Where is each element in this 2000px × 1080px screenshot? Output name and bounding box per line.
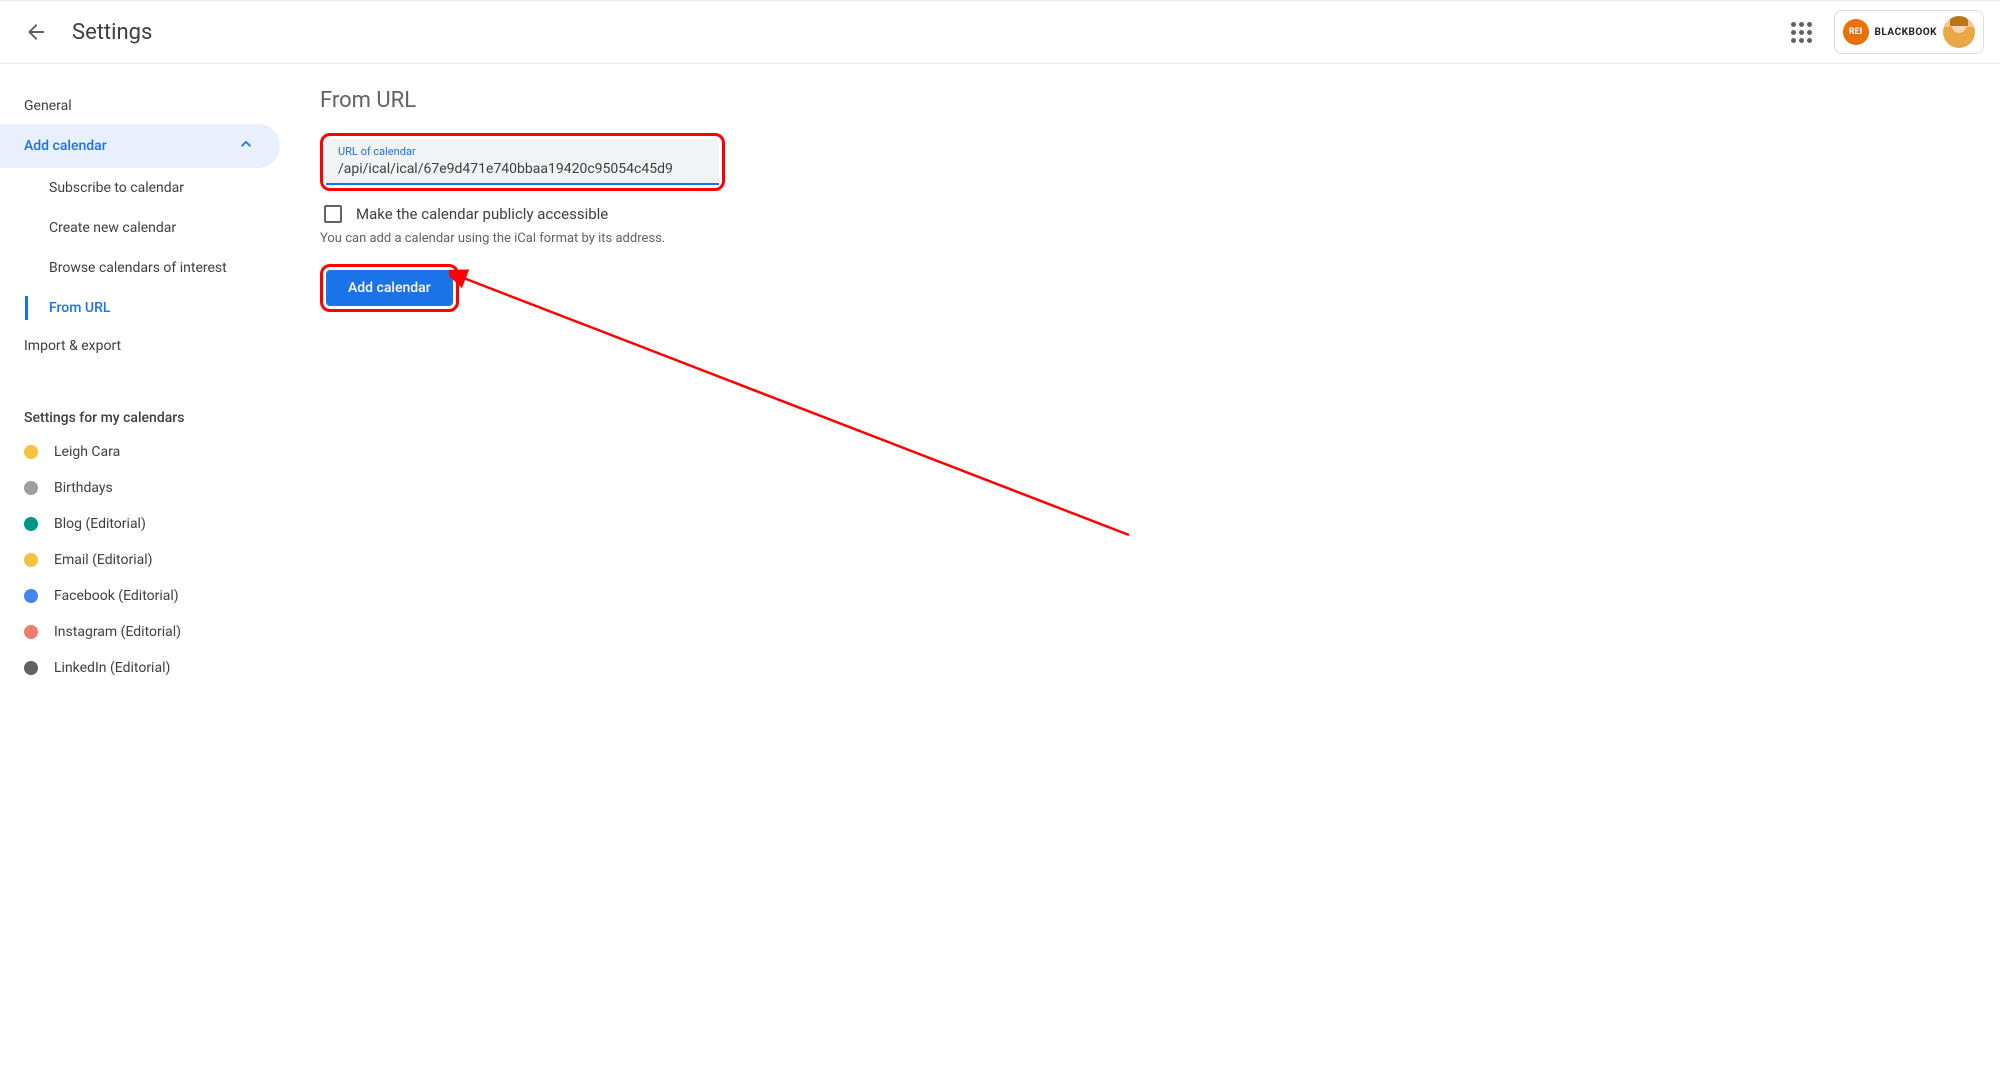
- sidebar-subitem-create-new[interactable]: Create new calendar: [25, 208, 280, 248]
- sidebar-item-add-calendar[interactable]: Add calendar: [0, 124, 280, 168]
- url-input-highlight: URL of calendar: [320, 133, 725, 191]
- calendar-item[interactable]: Blog (Editorial): [0, 506, 280, 542]
- calendar-name: Email (Editorial): [54, 552, 153, 568]
- apps-launcher[interactable]: [1782, 12, 1822, 52]
- add-calendar-button[interactable]: Add calendar: [326, 270, 453, 306]
- apps-grid-icon: [1791, 22, 1812, 43]
- help-text: You can add a calendar using the iCal fo…: [320, 231, 1040, 246]
- calendar-item[interactable]: Facebook (Editorial): [0, 578, 280, 614]
- brand-name: BLACKBOOK: [1875, 27, 1937, 38]
- calendar-color-dot: [24, 589, 38, 603]
- calendar-item[interactable]: Email (Editorial): [0, 542, 280, 578]
- calendar-color-dot: [24, 661, 38, 675]
- sidebar: General Add calendar Subscribe to calend…: [0, 80, 280, 686]
- url-input-label: URL of calendar: [338, 145, 707, 158]
- calendar-name: LinkedIn (Editorial): [54, 660, 170, 676]
- sidebar-item-import-export[interactable]: Import & export: [0, 328, 280, 364]
- main-title: From URL: [320, 88, 1040, 113]
- public-checkbox-label: Make the calendar publicly accessible: [356, 205, 608, 223]
- section-header-my-calendars: Settings for my calendars: [0, 394, 280, 434]
- calendar-color-dot: [24, 517, 38, 531]
- calendar-item[interactable]: Birthdays: [0, 470, 280, 506]
- page-title: Settings: [72, 20, 152, 45]
- back-button[interactable]: [16, 12, 56, 52]
- header-left: Settings: [16, 12, 152, 52]
- calendar-item[interactable]: Leigh Cara: [0, 434, 280, 470]
- add-calendar-subitems: Subscribe to calendar Create new calenda…: [24, 168, 280, 328]
- main-content: From URL URL of calendar Make the calend…: [280, 80, 1080, 686]
- public-checkbox-row: Make the calendar publicly accessible: [320, 205, 1040, 223]
- sidebar-item-general[interactable]: General: [0, 88, 280, 124]
- calendar-name: Birthdays: [54, 480, 113, 496]
- annotation-arrow-icon: [449, 265, 1149, 545]
- calendar-name: Facebook (Editorial): [54, 588, 179, 604]
- calendar-name: Blog (Editorial): [54, 516, 146, 532]
- calendar-color-dot: [24, 445, 38, 459]
- sidebar-item-label: Add calendar: [24, 138, 107, 154]
- header-right: REI BLACKBOOK: [1782, 10, 1984, 54]
- brand-logo-icon: REI: [1843, 19, 1869, 45]
- calendar-color-dot: [24, 481, 38, 495]
- calendar-name: Leigh Cara: [54, 444, 120, 460]
- sidebar-subitem-subscribe[interactable]: Subscribe to calendar: [25, 168, 280, 208]
- chevron-up-icon: [236, 134, 256, 158]
- arrow-left-icon: [24, 20, 48, 44]
- calendar-name: Instagram (Editorial): [54, 624, 181, 640]
- calendar-item[interactable]: Instagram (Editorial): [0, 614, 280, 650]
- header: Settings REI BLACKBOOK: [0, 0, 2000, 64]
- url-input[interactable]: [338, 159, 707, 179]
- calendar-color-dot: [24, 625, 38, 639]
- public-checkbox[interactable]: [324, 205, 342, 223]
- add-button-highlight: Add calendar: [320, 264, 459, 312]
- sidebar-subitem-browse[interactable]: Browse calendars of interest: [25, 248, 280, 288]
- brand-badge[interactable]: REI BLACKBOOK: [1834, 10, 1984, 54]
- sidebar-subitem-from-url[interactable]: From URL: [25, 288, 280, 328]
- calendar-item[interactable]: LinkedIn (Editorial): [0, 650, 280, 686]
- avatar[interactable]: [1943, 16, 1975, 48]
- content-wrapper: General Add calendar Subscribe to calend…: [0, 64, 2000, 686]
- calendar-color-dot: [24, 553, 38, 567]
